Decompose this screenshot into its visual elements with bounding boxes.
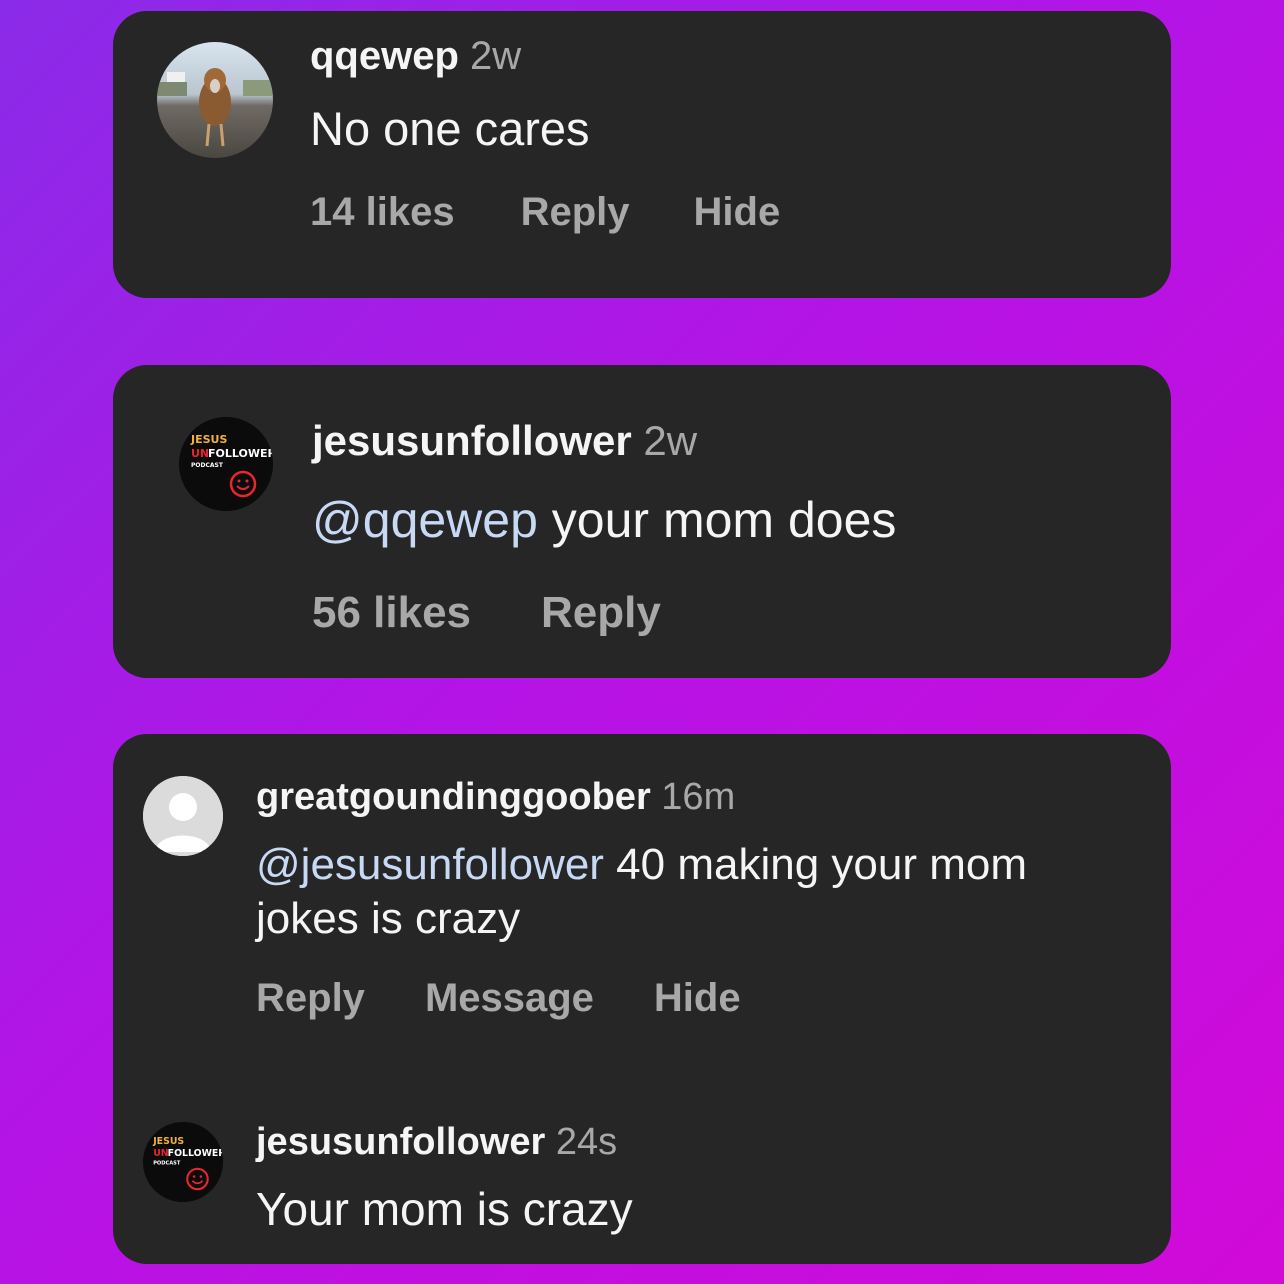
hide-button[interactable]: Hide bbox=[694, 190, 781, 235]
comment-text: @jesusunfollower 40 making your mom joke… bbox=[256, 838, 1146, 946]
comment-actions: Reply Message Hide bbox=[256, 976, 741, 1021]
comment-text: Your mom is crazy bbox=[256, 1183, 633, 1235]
svg-text:FOLLOWER: FOLLOWER bbox=[168, 1148, 223, 1159]
comment-card-2: JESUS UN FOLLOWER PODCAST jesusunfollowe… bbox=[113, 365, 1171, 678]
reply-button[interactable]: Reply bbox=[256, 976, 365, 1021]
timestamp: 24s bbox=[555, 1121, 618, 1163]
default-user-icon bbox=[143, 776, 223, 856]
comment-actions: 56 likes Reply bbox=[312, 588, 661, 638]
comment-header-3: greatgoundinggoober 16m bbox=[256, 776, 735, 819]
mention-link[interactable]: @qqewep bbox=[312, 492, 538, 548]
comment-header-4: jesusunfollower 24s bbox=[256, 1121, 617, 1164]
username[interactable]: jesusunfollower bbox=[256, 1121, 545, 1163]
svg-text:PODCAST: PODCAST bbox=[153, 1161, 181, 1167]
svg-text:JESUS: JESUS bbox=[152, 1136, 184, 1147]
svg-text:FOLLOWER: FOLLOWER bbox=[208, 447, 273, 460]
svg-text:UN: UN bbox=[191, 447, 209, 460]
svg-text:PODCAST: PODCAST bbox=[191, 462, 224, 469]
likes-count[interactable]: 14 likes bbox=[310, 190, 455, 235]
comment-header-1: qqewep 2w bbox=[310, 34, 521, 79]
reply-button[interactable]: Reply bbox=[521, 190, 630, 235]
avatar-jesusunfollower[interactable]: JESUS UN FOLLOWER PODCAST bbox=[179, 417, 273, 511]
hide-button[interactable]: Hide bbox=[654, 976, 741, 1021]
comment-header-2: jesusunfollower 2w bbox=[312, 417, 697, 465]
username[interactable]: jesusunfollower bbox=[312, 417, 632, 464]
timestamp: 2w bbox=[643, 417, 698, 464]
svg-text:UN: UN bbox=[153, 1148, 168, 1159]
avatar-qqewep[interactable] bbox=[157, 42, 273, 158]
message-button[interactable]: Message bbox=[425, 976, 594, 1021]
bird-photo-icon bbox=[157, 42, 273, 158]
comment-actions: 14 likes Reply Hide bbox=[310, 190, 780, 235]
comment-body-line1: 40 making your mom bbox=[603, 840, 1028, 889]
comment-body: your mom does bbox=[537, 492, 897, 548]
svg-text:JESUS: JESUS bbox=[190, 433, 227, 446]
comment-text: No one cares bbox=[310, 102, 590, 155]
username[interactable]: qqewep bbox=[310, 34, 459, 78]
likes-count[interactable]: 56 likes bbox=[312, 588, 471, 638]
timestamp: 16m bbox=[661, 776, 736, 818]
avatar-jesusunfollower-reply[interactable]: JESUS UN FOLLOWER PODCAST bbox=[143, 1122, 223, 1202]
mention-link[interactable]: @jesusunfollower bbox=[256, 840, 604, 889]
podcast-logo-icon: JESUS UN FOLLOWER PODCAST bbox=[143, 1122, 223, 1202]
comment-card-3: greatgoundinggoober 16m @jesusunfollower… bbox=[113, 734, 1171, 1264]
comment-body-line2: jokes is crazy bbox=[256, 894, 521, 943]
username[interactable]: greatgoundinggoober bbox=[256, 776, 651, 818]
timestamp: 2w bbox=[470, 34, 522, 78]
avatar-greatgoundinggoober[interactable] bbox=[143, 776, 223, 856]
comment-text: @qqewep your mom does bbox=[312, 489, 896, 553]
comment-card-1: qqewep 2w No one cares 14 likes Reply Hi… bbox=[113, 11, 1171, 298]
podcast-logo-icon: JESUS UN FOLLOWER PODCAST bbox=[179, 417, 273, 511]
reply-button[interactable]: Reply bbox=[541, 588, 661, 638]
